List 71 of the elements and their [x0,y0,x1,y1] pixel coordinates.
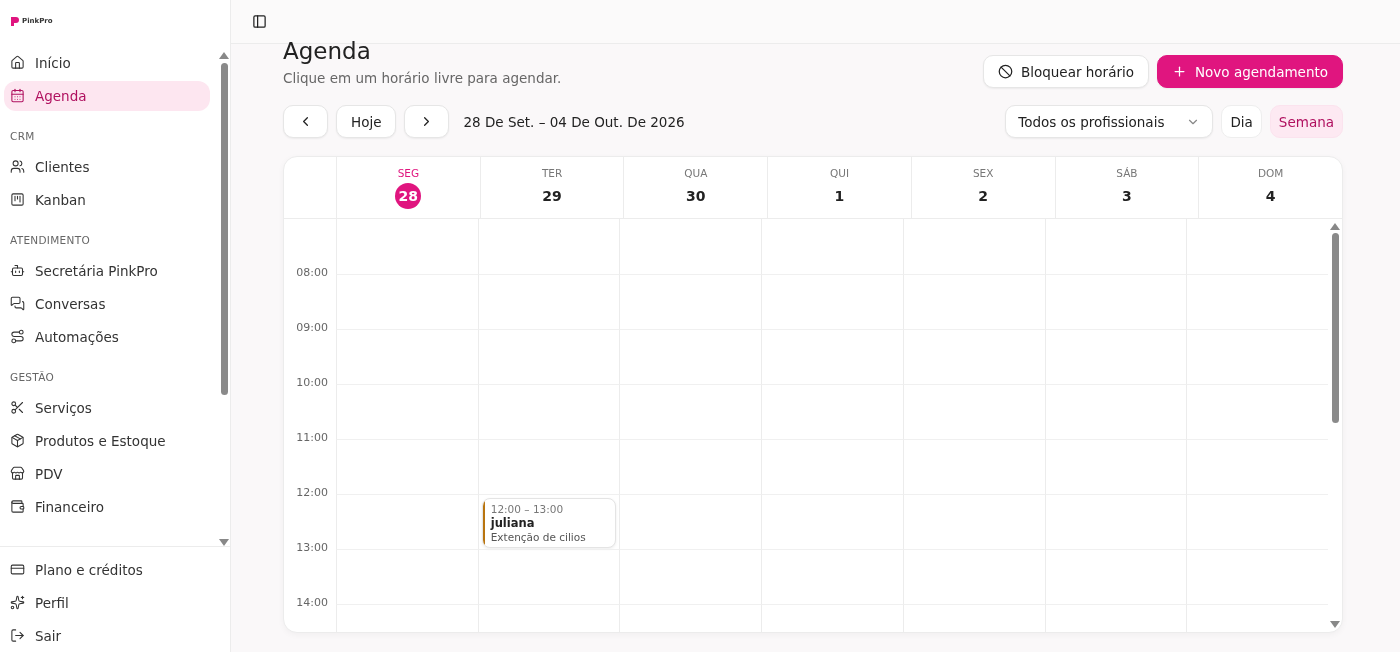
hour-label: 11:00 [296,431,328,444]
hour-label: 10:00 [296,376,328,389]
day-number: 30 [685,187,707,206]
hour-label: 12:00 [296,486,328,499]
house-icon [10,55,25,70]
weekday-label: TER [541,167,563,179]
view-tab[interactable]: Dia [1221,105,1262,138]
weekday-label: QUI [829,167,849,179]
sidebar-item[interactable]: Agenda [4,80,210,111]
sidebar-item[interactable]: Produtos e Estoque [4,425,210,456]
credit-card-icon [10,562,25,577]
kanban-icon [10,192,25,207]
sidebar-item[interactable]: Serviços [4,392,210,423]
appointment-time: 12:00 – 13:00 [490,503,565,515]
sidebar-item[interactable]: Início [4,47,210,78]
new-appointment-button[interactable]: Novo agendamento [1157,55,1343,88]
weekday-label: SEX [972,167,994,179]
hour-label: 14:00 [296,596,328,609]
page-title: Agenda [283,38,372,64]
sidebar-item[interactable]: Financeiro [4,491,210,522]
plus-icon [1172,64,1187,79]
wallet-icon [10,499,25,514]
hour-label: 09:00 [296,321,328,334]
sidebar-item[interactable]: Clientes [4,151,210,182]
day-number: 4 [1264,187,1277,206]
sidebar-item[interactable]: Perfil [4,587,210,618]
route-icon [10,329,25,344]
next-button[interactable] [404,105,450,138]
block-time-button[interactable]: Bloquear horário [982,55,1149,88]
chat-icon [10,296,25,311]
users-icon [10,159,25,174]
professional-select[interactable]: Todos os profissionais [1005,105,1214,138]
sidebar-item[interactable]: Secretária PinkPro [4,255,210,286]
sidebar-item[interactable]: Sair [4,620,210,651]
weekday-label: DOM [1257,167,1284,179]
calendar-icon [10,88,25,103]
sidebar-item[interactable]: Kanban [4,184,210,215]
sparkles-icon [10,595,25,610]
day-number: 3 [1121,187,1133,206]
section-heading: CRM [10,130,35,142]
robot-icon [10,263,25,278]
box-icon [10,433,25,448]
hour-label: 13:00 [296,541,328,554]
block-icon [997,64,1013,79]
sidebar-item[interactable]: Conversas [4,288,210,319]
today-button[interactable]: Hoje [336,105,397,138]
logo-icon [10,16,20,26]
logout-icon [10,628,25,643]
day-number: 29 [541,187,563,206]
service-name: Extenção de cilios [490,531,587,543]
sidebar-item[interactable]: PDV [4,458,210,489]
date-range: 28 De Set. – 04 De Out. De 2026 [463,113,685,130]
day-number: 1 [833,187,846,206]
sidebar-item[interactable]: Plano e créditos [4,554,210,585]
section-heading: ATENDIMENTO [10,234,90,246]
previous-button[interactable] [283,105,328,138]
day-number: 2 [977,187,990,206]
view-tab[interactable]: Semana [1269,105,1343,138]
time-slot[interactable] [477,549,620,604]
client-name: juliana [490,516,536,530]
weekday-label: QUA [684,167,708,179]
day-number: 28 [395,183,422,209]
hour-label: 08:00 [296,266,328,279]
sidebar-toggle-icon[interactable] [252,14,267,29]
scissors-icon [10,400,25,415]
weekday-label: SÁB [1116,167,1138,179]
sidebar-item[interactable]: Automações [4,321,210,352]
weekday-label: SEG [397,167,420,179]
page-subtitle: Clique em um horário livre para agendar. [283,70,562,86]
store-icon [10,466,25,481]
section-heading: GESTÃO [10,371,55,383]
